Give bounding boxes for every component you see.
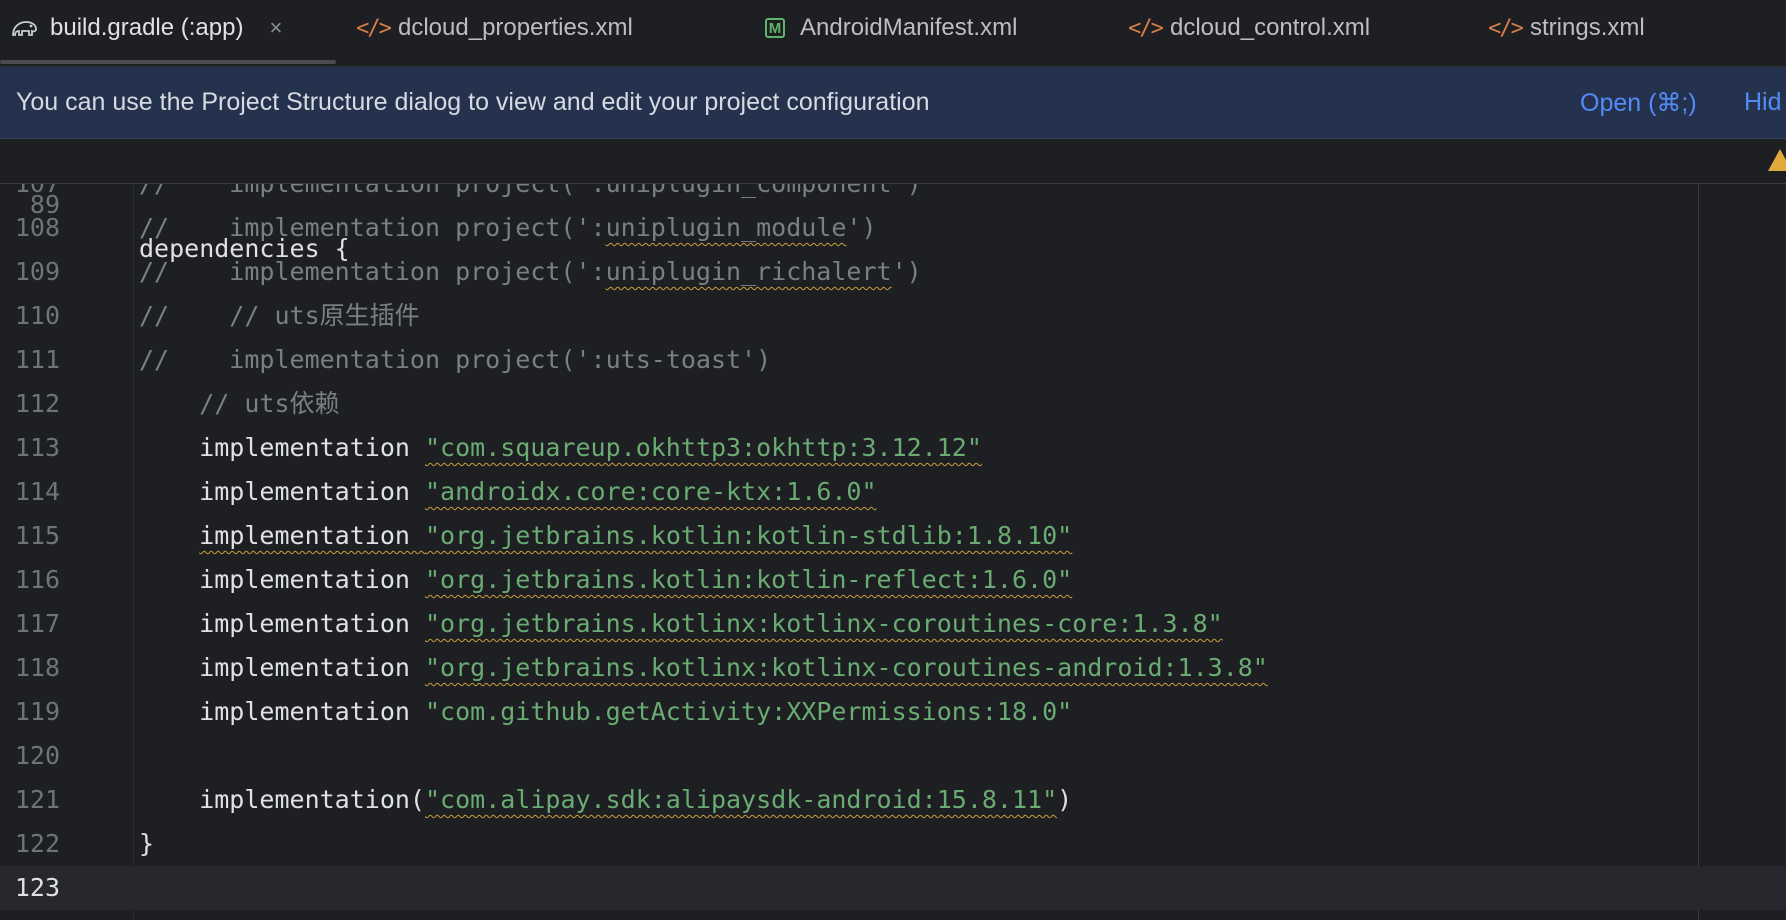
sticky-line-text: dependencies { — [139, 234, 350, 263]
xml-icon: </> — [356, 15, 392, 41]
line-number: 112 — [14, 389, 60, 418]
string-literal: "org.jetbrains.kotlinx:kotlinx-coroutine… — [424, 653, 1268, 682]
banner-message: You can use the Project Structure dialog… — [16, 88, 930, 116]
tab-dcloud-control[interactable]: </> dcloud_control.xml — [1128, 0, 1370, 56]
tab-build-gradle[interactable]: build.gradle (:app) × — [8, 0, 282, 56]
code-token: implementation — [139, 565, 425, 594]
code-token: ) — [1057, 785, 1073, 814]
xml-icon: </> — [1488, 15, 1524, 41]
line-number: 89 — [29, 190, 60, 219]
tab-label: dcloud_properties.xml — [398, 14, 633, 41]
code-line[interactable]: 121 implementation("com.alipay.sdk:alipa… — [0, 778, 1786, 822]
comment-text: uniplugin_richalert — [605, 257, 892, 286]
line-source: // uts依赖 — [139, 382, 340, 426]
tab-label: strings.xml — [1530, 14, 1645, 41]
string-literal: "org.jetbrains.kotlin:kotlin-reflect:1.6… — [424, 565, 1073, 594]
code-token: implementation — [139, 477, 425, 506]
string-literal: "com.alipay.sdk:alipaysdk-android:15.8.1… — [424, 785, 1058, 814]
code-token: implementation — [139, 433, 425, 462]
line-number: 123 — [14, 873, 60, 902]
line-source: } — [139, 822, 154, 866]
comment-text: // uts依赖 — [139, 389, 340, 418]
line-number: 119 — [14, 697, 60, 726]
line-source: implementation "org.jetbrains.kotlin:kot… — [139, 514, 1072, 558]
code-line[interactable]: 115 implementation "org.jetbrains.kotlin… — [0, 514, 1786, 558]
tab-close-icon[interactable]: × — [269, 15, 282, 41]
project-structure-banner: You can use the Project Structure dialog… — [0, 67, 1786, 139]
line-number: 120 — [14, 741, 60, 770]
code-lines: 107// implementation project(':uniplugin… — [0, 184, 1786, 920]
code-line[interactable]: 113 implementation "com.squareup.okhttp3… — [0, 426, 1786, 470]
line-number: 118 — [14, 653, 60, 682]
line-source: implementation "org.jetbrains.kotlinx:ko… — [139, 646, 1268, 690]
string-literal: "androidx.core:core-ktx:1.6.0" — [424, 477, 877, 506]
string-literal: "org.jetbrains.kotlinx:kotlinx-coroutine… — [424, 609, 1223, 638]
sticky-line: 89 dependencies { — [0, 139, 1786, 263]
xml-icon: </> — [1128, 15, 1164, 41]
comment-text: uniplugin_module — [605, 213, 847, 242]
code-line[interactable]: 111 // implementation project(':uts-toast… — [0, 338, 1786, 382]
line-source: implementation "com.github.getActivity:X… — [139, 690, 1072, 734]
line-source: implementation "org.jetbrains.kotlinx:ko… — [139, 602, 1223, 646]
code-token: implementation( — [139, 785, 425, 814]
code-line[interactable]: 112 // uts依赖 — [0, 382, 1786, 426]
code-line[interactable]: 110// // uts原生插件 — [0, 294, 1786, 338]
line-source: // implementation project(':uts-toast') — [139, 338, 771, 382]
line-number: 117 — [14, 609, 60, 638]
tab-dcloud-properties[interactable]: </> dcloud_properties.xml — [356, 0, 633, 56]
code-line[interactable]: 107// implementation project(':uniplugin… — [0, 184, 1786, 206]
comment-text: ') — [891, 257, 922, 286]
open-project-structure-link[interactable]: Open (⌘;) — [1580, 88, 1697, 118]
line-source: implementation("com.alipay.sdk:alipaysdk… — [139, 778, 1072, 822]
code-line[interactable]: 122} — [0, 822, 1786, 866]
comment-text: ') — [846, 213, 877, 242]
code-line[interactable]: 116 implementation "org.jetbrains.kotlin… — [0, 558, 1786, 602]
editor-tab-bar: build.gradle (:app) × </> dcloud_propert… — [0, 0, 1786, 67]
code-line[interactable]: 123 — [0, 866, 1786, 910]
line-number: 115 — [14, 521, 60, 550]
manifest-icon-wrap: M — [758, 14, 792, 42]
string-literal: "org.jetbrains.kotlin:kotlin-stdlib:1.8.… — [425, 521, 1073, 550]
sticky-scope-header[interactable]: 89 dependencies { — [0, 139, 1786, 263]
line-source: implementation "com.squareup.okhttp3:okh… — [139, 426, 982, 470]
code-line[interactable]: 120 — [0, 734, 1786, 778]
line-source: // // uts原生插件 — [139, 294, 420, 338]
hide-banner-link[interactable]: Hid — [1744, 88, 1782, 117]
tab-label: dcloud_control.xml — [1170, 14, 1371, 41]
tab-android-manifest[interactable]: M AndroidManifest.xml — [758, 0, 1017, 56]
code-token: implementation — [139, 609, 425, 638]
warning-icon[interactable] — [1768, 149, 1786, 171]
line-number: 121 — [14, 785, 60, 814]
code-token: implementation — [199, 521, 425, 550]
code-line[interactable]: 119 implementation "com.github.getActivi… — [0, 690, 1786, 734]
comment-text: // implementation project(':uniplugin_co… — [139, 184, 922, 198]
comment-text: // implementation project(':uts-toast') — [139, 345, 772, 374]
code-token: implementation — [139, 697, 425, 726]
line-number: 114 — [14, 477, 60, 506]
tab-strings[interactable]: </> strings.xml — [1488, 0, 1645, 56]
tab-label: build.gradle (:app) — [50, 14, 244, 41]
tab-label: AndroidManifest.xml — [800, 14, 1018, 41]
line-number: 116 — [14, 565, 60, 594]
line-source: // implementation project(':uniplugin_co… — [139, 184, 922, 206]
line-source: implementation "org.jetbrains.kotlin:kot… — [139, 558, 1072, 602]
code-line[interactable]: 118 implementation "org.jetbrains.kotlin… — [0, 646, 1786, 690]
line-source: implementation "androidx.core:core-ktx:1… — [139, 470, 877, 514]
string-literal: "com.squareup.okhttp3:okhttp:3.12.12" — [424, 433, 982, 462]
manifest-icon: M — [765, 18, 785, 38]
line-number: 111 — [14, 345, 60, 374]
comment-text: // // uts原生插件 — [139, 301, 420, 330]
string-literal: "com.github.getActivity:XXPermissions:18… — [424, 697, 1073, 726]
code-line[interactable]: 114 implementation "androidx.core:core-k… — [0, 470, 1786, 514]
line-number: 113 — [14, 433, 60, 462]
line-number: 122 — [14, 829, 60, 858]
code-editor[interactable]: 89 dependencies { 107// implementation p… — [0, 139, 1786, 920]
gradle-elephant-icon — [8, 14, 42, 42]
code-line[interactable]: 117 implementation "org.jetbrains.kotlin… — [0, 602, 1786, 646]
code-token: implementation — [139, 653, 425, 682]
active-tab-underline — [0, 60, 336, 64]
code-token: } — [139, 829, 155, 858]
